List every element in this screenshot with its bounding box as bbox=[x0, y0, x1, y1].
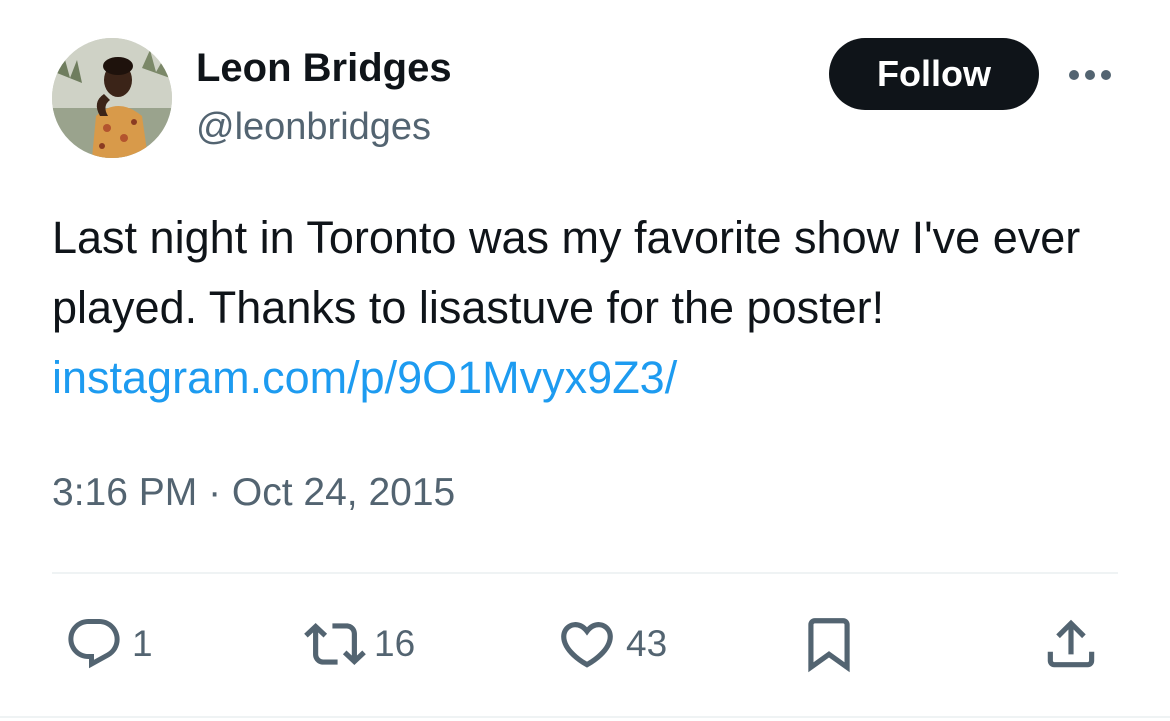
ellipsis-icon bbox=[1069, 70, 1111, 80]
retweet-button[interactable]: 16 bbox=[304, 612, 415, 676]
bottom-divider bbox=[0, 716, 1170, 718]
follow-button[interactable]: Follow bbox=[829, 38, 1039, 110]
tweet-text: Last night in Toronto was my favorite sh… bbox=[52, 203, 1112, 413]
like-count: 43 bbox=[626, 623, 668, 664]
tweet-body: Last night in Toronto was my favorite sh… bbox=[52, 212, 1081, 333]
share-icon bbox=[1047, 619, 1095, 668]
divider bbox=[52, 572, 1118, 574]
user-handle[interactable]: @leonbridges bbox=[196, 104, 431, 150]
bookmark-button[interactable] bbox=[798, 612, 860, 676]
heart-icon bbox=[561, 622, 613, 668]
profile-photo bbox=[52, 38, 172, 158]
retweet-count: 16 bbox=[374, 623, 416, 664]
display-name[interactable]: Leon Bridges bbox=[196, 44, 452, 92]
more-options-button[interactable] bbox=[1060, 55, 1120, 95]
retweet-icon bbox=[304, 623, 366, 665]
like-button[interactable]: 43 bbox=[556, 612, 667, 676]
avatar[interactable] bbox=[52, 38, 172, 158]
share-button[interactable] bbox=[1040, 612, 1102, 676]
tweet-link[interactable]: instagram.com/p/9O1Mvyx9Z3/ bbox=[52, 352, 677, 403]
reply-count: 1 bbox=[132, 623, 153, 664]
bookmark-icon bbox=[808, 618, 850, 673]
tweet-timestamp[interactable]: 3:16 PM · Oct 24, 2015 bbox=[52, 469, 455, 517]
reply-icon bbox=[68, 619, 120, 669]
reply-button[interactable]: 1 bbox=[64, 612, 153, 676]
